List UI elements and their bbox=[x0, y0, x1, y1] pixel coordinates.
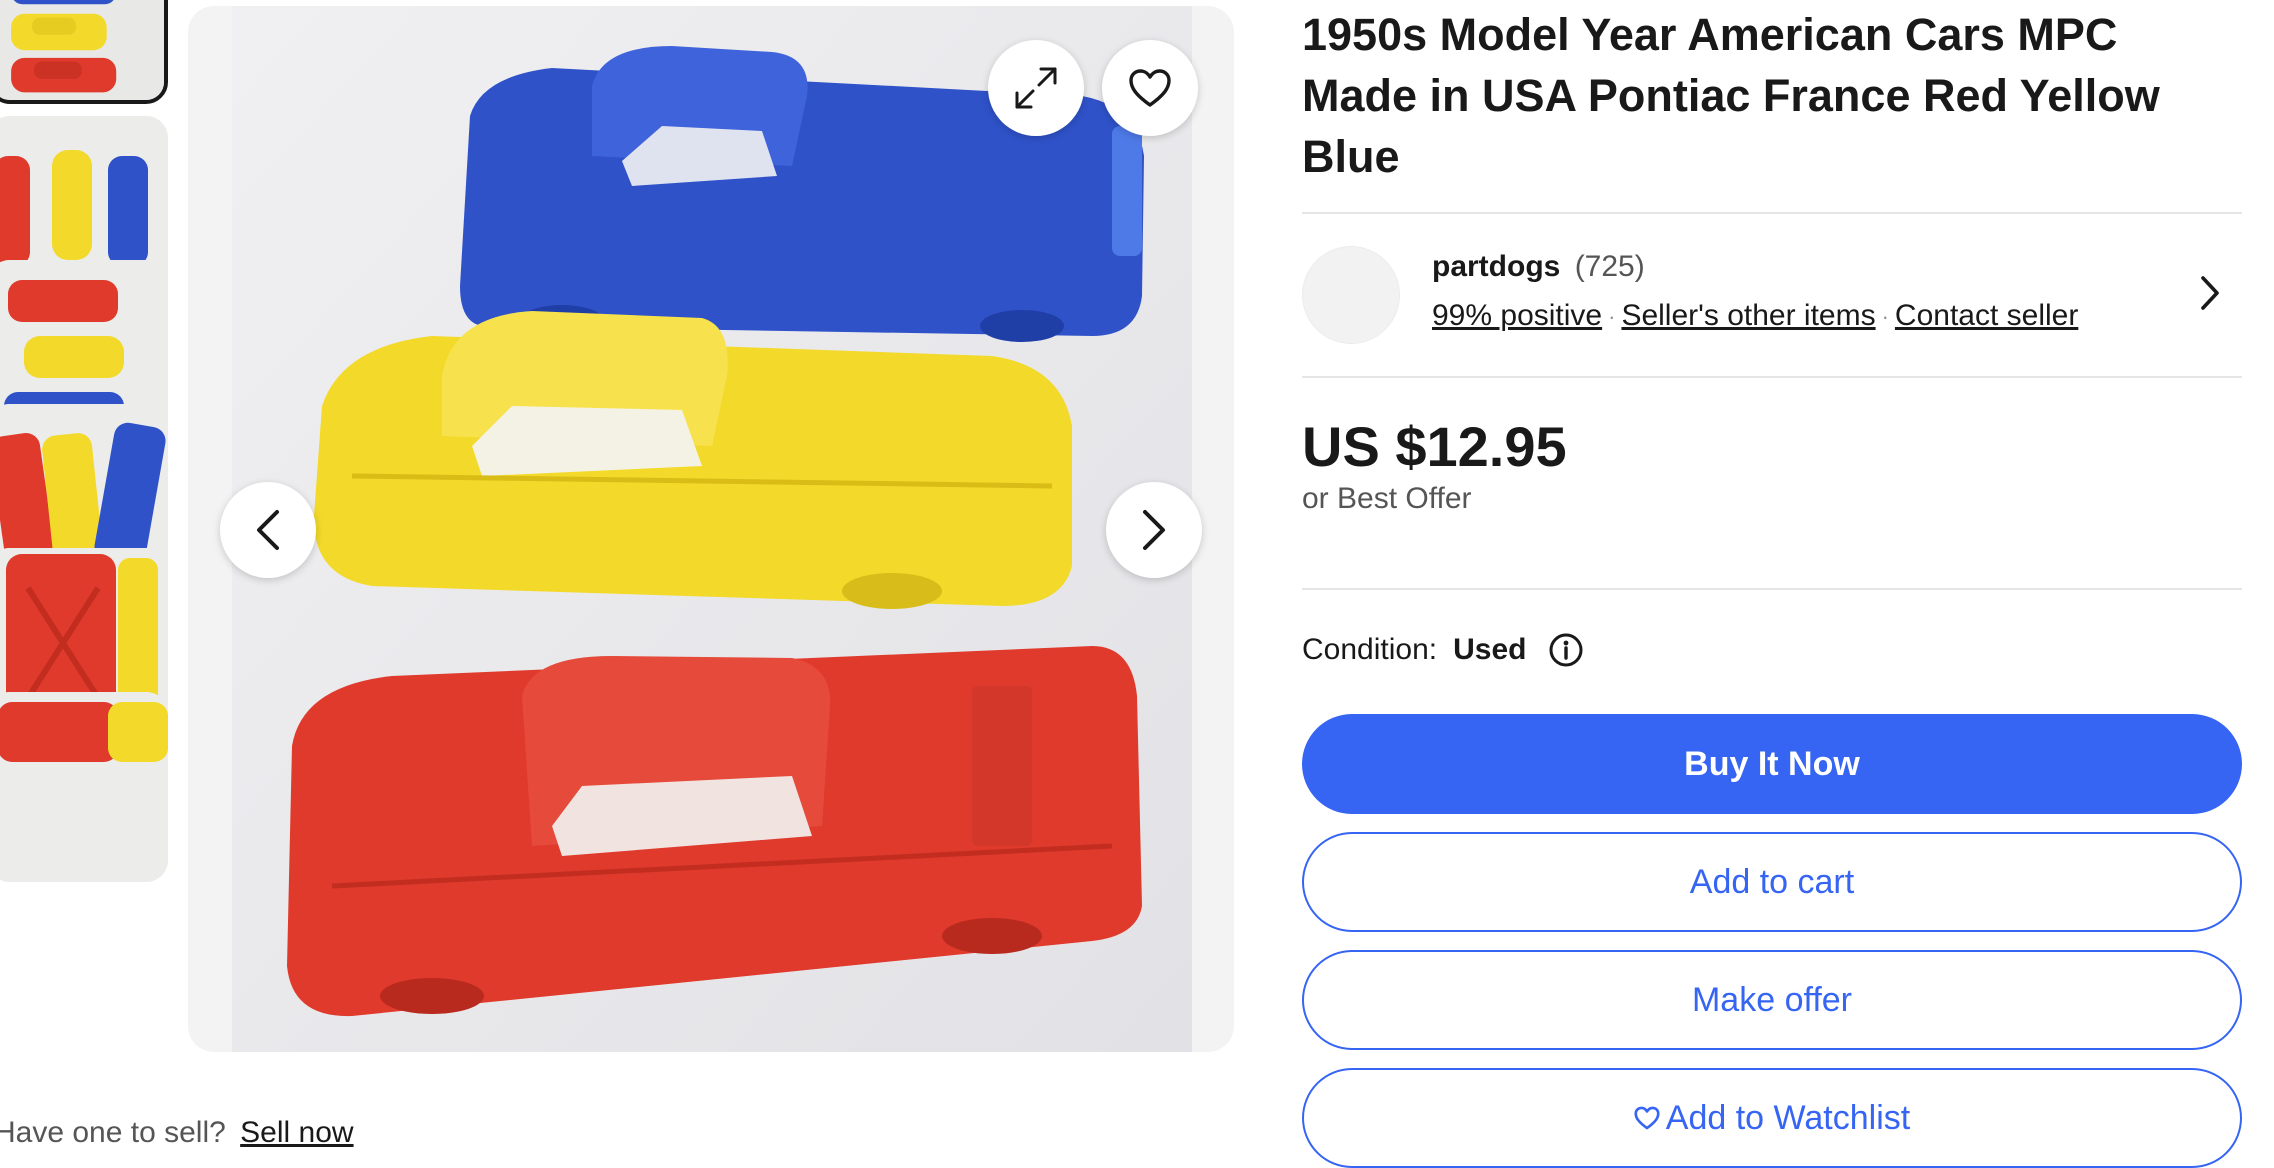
divider bbox=[1302, 588, 2242, 590]
seller-other-items-link[interactable]: Seller's other items bbox=[1621, 299, 1875, 332]
best-offer-note: or Best Offer bbox=[1302, 482, 1472, 515]
separator-dot: · bbox=[1881, 304, 1889, 330]
next-image-button[interactable] bbox=[1106, 482, 1202, 578]
expand-icon bbox=[1013, 65, 1059, 111]
add-to-cart-button[interactable]: Add to cart bbox=[1302, 832, 2242, 932]
buy-it-now-button[interactable]: Buy It Now bbox=[1302, 714, 2242, 814]
seller-avatar[interactable] bbox=[1302, 246, 1400, 344]
heart-icon bbox=[1634, 1106, 1660, 1130]
chevron-right-icon[interactable] bbox=[2198, 272, 2222, 319]
chevron-right-icon bbox=[1141, 508, 1167, 552]
sell-prompt: Have one to sell? Sell now bbox=[0, 1116, 354, 1150]
divider bbox=[1302, 376, 2242, 378]
separator-dot: · bbox=[1608, 304, 1616, 330]
main-product-image[interactable] bbox=[188, 6, 1234, 1052]
thumbnail-strip bbox=[0, 0, 172, 1052]
contact-seller-link[interactable]: Contact seller bbox=[1895, 299, 2078, 332]
seller-feedback-count: (725) bbox=[1574, 250, 1645, 283]
chevron-left-icon bbox=[255, 508, 281, 552]
condition-label: Condition: bbox=[1302, 633, 1438, 666]
product-photo bbox=[232, 6, 1192, 1052]
condition-value: Used bbox=[1453, 633, 1527, 666]
info-icon[interactable] bbox=[1548, 632, 1584, 668]
thumbnail-6[interactable] bbox=[0, 692, 168, 882]
seller-card[interactable]: partdogs (725) 99% positive · Seller's oth… bbox=[1302, 246, 2242, 346]
positive-feedback-link[interactable]: 99% positive bbox=[1432, 299, 1602, 332]
add-to-watchlist-button[interactable]: Add to Watchlist bbox=[1302, 1068, 2242, 1168]
add-to-watchlist-label: Add to Watchlist bbox=[1665, 1098, 1911, 1137]
seller-links: 99% positive · Seller's other items · Contac… bbox=[1432, 299, 2078, 333]
seller-name[interactable]: partdogs bbox=[1432, 250, 1560, 283]
seller-info: partdogs (725) bbox=[1432, 250, 1645, 284]
divider bbox=[1302, 212, 2242, 214]
expand-button[interactable] bbox=[988, 40, 1084, 136]
previous-image-button[interactable] bbox=[220, 482, 316, 578]
item-price: US $12.95 bbox=[1302, 415, 1567, 478]
thumbnail-1[interactable] bbox=[0, 0, 168, 104]
make-offer-button[interactable]: Make offer bbox=[1302, 950, 2242, 1050]
heart-icon bbox=[1128, 68, 1172, 108]
sell-prompt-text: Have one to sell? bbox=[0, 1116, 226, 1149]
condition-row: Condition: Used bbox=[1302, 632, 1584, 668]
watch-heart-button[interactable] bbox=[1102, 40, 1198, 136]
sell-now-link[interactable]: Sell now bbox=[240, 1116, 353, 1149]
listing-title: 1950s Model Year American Cars MPC Made … bbox=[1302, 9, 2160, 182]
